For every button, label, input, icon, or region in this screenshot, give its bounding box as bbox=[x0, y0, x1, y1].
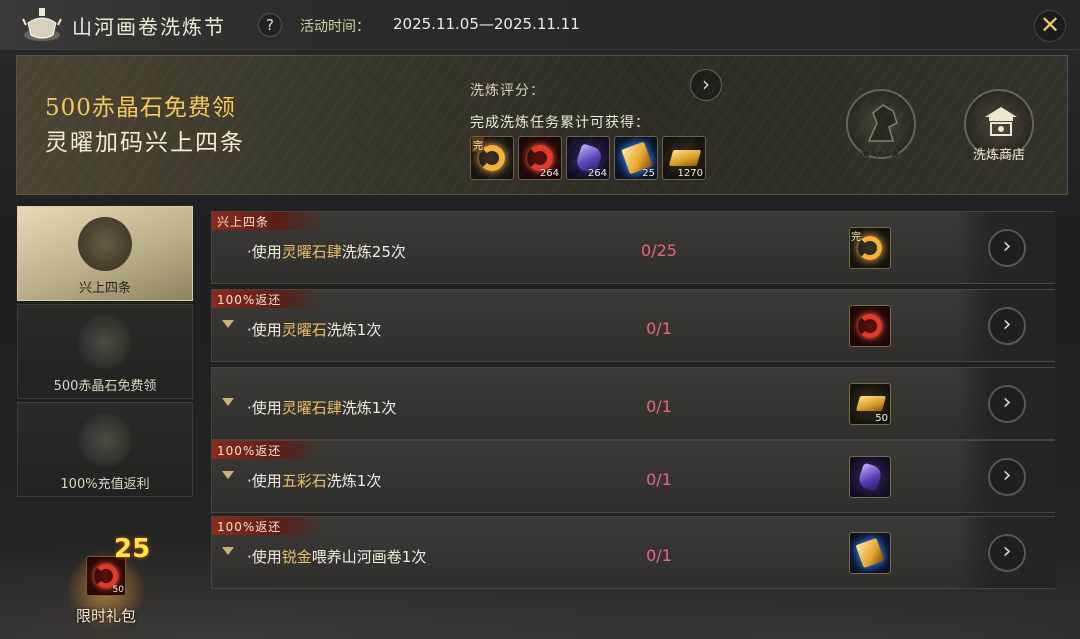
cumulative-rewards: 完 264 264 25 1270 bbox=[470, 136, 706, 180]
expand-arrow-icon[interactable] bbox=[222, 320, 234, 328]
cauldron-icon bbox=[78, 217, 132, 271]
gold-ingot-plus-icon bbox=[78, 413, 132, 467]
sidebar-item-label: 500赤晶石免费领 bbox=[53, 379, 157, 394]
event-window: 山河画卷洗炼节 ? 活动时间： 2025.11.05—2025.11.11 ✕ … bbox=[0, 0, 1080, 639]
task-go-area: › bbox=[956, 368, 1056, 439]
reward-item-gold-ring[interactable]: 完 bbox=[470, 136, 514, 180]
task-description: ·使用锐金喂养山河画卷1次 bbox=[247, 548, 427, 566]
task-tag: 100%返还 bbox=[217, 293, 282, 307]
task-progress: 0/1 bbox=[646, 397, 672, 416]
sidebar-item-recharge-rebate[interactable]: 100%充值返利 bbox=[17, 402, 193, 497]
gold-ring-icon bbox=[858, 236, 882, 260]
task-go-area: › bbox=[956, 290, 1056, 361]
task-row: 兴上四条 ·使用灵曜石肆洗炼25次 0/25 完 › bbox=[211, 211, 1056, 284]
reward-tag: 完 bbox=[851, 232, 861, 243]
gift-label: 限时礼包 bbox=[75, 607, 136, 625]
task-go-button[interactable]: › bbox=[988, 307, 1026, 345]
task-reward-gold-bar[interactable]: 50 bbox=[849, 383, 891, 425]
task-row: 100%返还 ·使用灵曜石洗炼1次 0/1 › bbox=[211, 289, 1056, 362]
sidebar-item-top-four[interactable]: 兴上四条 bbox=[17, 206, 193, 301]
reward-count: 25 bbox=[642, 168, 655, 179]
horse-icon bbox=[867, 104, 898, 142]
gold-book-icon bbox=[855, 537, 885, 569]
task-tag: 兴上四条 bbox=[217, 215, 270, 229]
task-go-area: › bbox=[956, 517, 1056, 588]
task-progress: 0/25 bbox=[641, 241, 677, 260]
page-title: 山河画卷洗炼节 bbox=[72, 15, 226, 39]
sidebar-item-free-crystal[interactable]: 500赤晶石免费领 bbox=[17, 304, 193, 399]
reward-item-gold-bar[interactable]: 1270 bbox=[662, 136, 706, 180]
score-stars: ★★★ bbox=[859, 144, 903, 162]
reward-tag: 完 bbox=[472, 137, 484, 152]
reward-count: 264 bbox=[587, 168, 607, 179]
task-progress: 0/1 bbox=[646, 470, 672, 489]
task-tag-bar: 100%返还 bbox=[212, 441, 322, 459]
expand-arrow-icon[interactable] bbox=[222, 398, 234, 406]
task-go-area: › bbox=[956, 212, 1056, 283]
close-button[interactable]: ✕ bbox=[1034, 10, 1066, 42]
task-reward-gold-ring[interactable]: 完 bbox=[849, 227, 891, 269]
crystal-stone-icon bbox=[78, 315, 132, 369]
shop-pavilion-icon bbox=[985, 107, 1017, 136]
task-reward-gold-book[interactable] bbox=[849, 532, 891, 574]
expand-arrow-icon[interactable] bbox=[222, 471, 234, 479]
task-go-button[interactable]: › bbox=[988, 534, 1026, 572]
task-progress: 0/1 bbox=[646, 546, 672, 565]
reward-item-purple-gem[interactable]: 264 bbox=[566, 136, 610, 180]
banner-headline-2: 灵曜加码兴上四条 bbox=[45, 130, 245, 156]
expand-arrow-icon[interactable] bbox=[222, 547, 234, 555]
cauldron-logo-icon bbox=[22, 8, 62, 41]
sidebar-item-label: 100%充值返利 bbox=[60, 477, 150, 492]
task-tag-bar: 100%返还 bbox=[212, 517, 322, 535]
task-go-button[interactable]: › bbox=[988, 458, 1026, 496]
score-label: 洗炼评分： bbox=[470, 83, 545, 99]
task-description: ·使用灵曜石洗炼1次 bbox=[247, 321, 382, 339]
red-ring-icon bbox=[858, 314, 882, 338]
gold-bar-icon bbox=[855, 396, 887, 411]
banner-headline-1: 500赤晶石免费领 bbox=[45, 95, 236, 121]
task-go-button[interactable]: › bbox=[988, 385, 1026, 423]
purple-gem-icon bbox=[856, 462, 884, 492]
limited-gift-button[interactable]: 50 25 限时礼包 bbox=[66, 534, 156, 630]
task-row: 100%返还 ·使用五彩石洗炼1次 0/1 › bbox=[211, 440, 1056, 513]
score-detail-button[interactable]: › bbox=[690, 69, 722, 101]
task-row: ·使用灵曜石肆洗炼1次 0/1 50 › bbox=[211, 367, 1056, 440]
reward-count: 1270 bbox=[677, 168, 703, 179]
event-banner: 500赤晶石免费领 灵曜加码兴上四条 洗炼评分： › 完成洗炼任务累计可获得： … bbox=[16, 55, 1068, 195]
gift-number: 25 bbox=[114, 534, 151, 564]
task-go-button[interactable]: › bbox=[988, 229, 1026, 267]
task-row: 100%返还 ·使用锐金喂养山河画卷1次 0/1 › bbox=[211, 516, 1056, 589]
event-time-value: 2025.11.05—2025.11.11 bbox=[393, 15, 580, 33]
event-time-label: 活动时间： bbox=[300, 19, 370, 35]
task-description: ·使用灵曜石肆洗炼1次 bbox=[247, 399, 397, 417]
task-tag: 100%返还 bbox=[217, 444, 282, 458]
task-description: ·使用五彩石洗炼1次 bbox=[247, 472, 382, 490]
cumulative-reward-label: 完成洗炼任务累计可获得： bbox=[470, 115, 650, 131]
task-description: ·使用灵曜石肆洗炼25次 bbox=[247, 243, 406, 261]
help-button[interactable]: ? bbox=[258, 13, 282, 37]
task-reward-red-ring[interactable] bbox=[849, 305, 891, 347]
gift-item-count: 50 bbox=[112, 585, 124, 595]
gold-bar-icon bbox=[668, 150, 702, 166]
shop-label: 洗炼商店 bbox=[972, 148, 1025, 163]
task-reward-purple-gem[interactable] bbox=[849, 456, 891, 498]
title-bar: 山河画卷洗炼节 ? 活动时间： 2025.11.05—2025.11.11 ✕ bbox=[0, 0, 1080, 50]
reward-item-gold-book[interactable]: 25 bbox=[614, 136, 658, 180]
task-go-area: › bbox=[956, 441, 1056, 512]
task-tag-bar: 100%返还 bbox=[212, 290, 322, 308]
sidebar-item-label: 兴上四条 bbox=[78, 281, 131, 296]
task-progress: 0/1 bbox=[646, 319, 672, 338]
reward-count: 264 bbox=[539, 168, 559, 179]
task-tag-bar: 兴上四条 bbox=[212, 212, 322, 230]
reward-count: 50 bbox=[875, 413, 888, 424]
reward-item-red-ring[interactable]: 264 bbox=[518, 136, 562, 180]
task-tag: 100%返还 bbox=[217, 520, 282, 534]
